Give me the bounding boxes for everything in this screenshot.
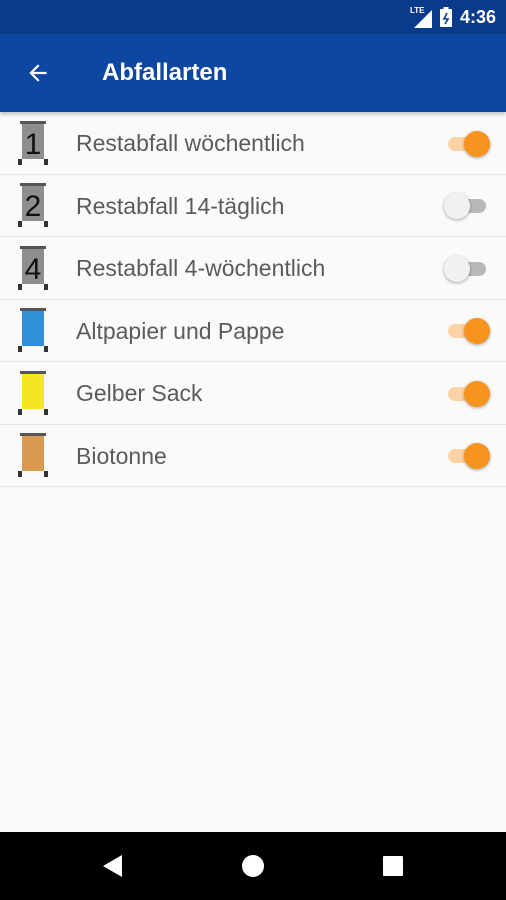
toggle-switch[interactable] <box>444 315 490 345</box>
list-item[interactable]: 1 Restabfall wöchentlich <box>0 112 506 175</box>
list-item-label: Gelber Sack <box>76 380 203 406</box>
list-item[interactable]: Altpapier und Pappe <box>0 300 506 362</box>
bin-number: 4 <box>25 253 42 286</box>
triangle-back-icon <box>103 855 122 877</box>
arrow-back-icon <box>29 64 47 82</box>
list-item[interactable]: Biotonne <box>0 425 506 487</box>
signal-icon: LTE <box>410 6 432 28</box>
bin-number: 2 <box>25 190 42 223</box>
toggle-switch[interactable] <box>444 378 490 408</box>
status-bar: LTE 4:36 <box>0 0 506 34</box>
list-item[interactable]: Gelber Sack <box>0 362 506 425</box>
waste-bin-icon: 2 <box>18 183 48 228</box>
clock: 4:36 <box>459 6 496 27</box>
app-bar: Abfallarten <box>0 34 506 112</box>
waste-bin-icon <box>18 308 48 353</box>
battery-icon <box>439 7 452 27</box>
toggle-switch[interactable] <box>444 440 490 470</box>
system-nav-bar <box>0 832 506 900</box>
back-button[interactable] <box>18 53 58 93</box>
waste-bin-icon <box>18 370 48 415</box>
list-item-label: Restabfall 4-wöchentlich <box>76 255 326 281</box>
waste-bin-icon: 4 <box>18 245 48 290</box>
nav-back-button[interactable] <box>83 832 143 900</box>
list-item[interactable]: 4 Restabfall 4-wöchentlich <box>0 237 506 300</box>
list-item-label: Restabfall 14-täglich <box>76 192 285 219</box>
toggle-switch[interactable] <box>444 253 490 283</box>
waste-bin-icon <box>18 433 48 478</box>
list-item-label: Biotonne <box>76 442 167 469</box>
nav-home-button[interactable] <box>223 832 283 900</box>
toggle-switch[interactable] <box>444 128 490 158</box>
square-recents-icon <box>383 856 403 876</box>
waste-bin-icon: 1 <box>18 120 48 165</box>
list-item-label: Altpapier und Pappe <box>76 317 285 344</box>
waste-type-list: 1 Restabfall wöchentlich 2 Restabfall 14… <box>0 112 506 487</box>
bin-number: 1 <box>25 128 42 161</box>
toggle-switch[interactable] <box>444 190 490 220</box>
list-item-label: Restabfall wöchentlich <box>76 130 305 156</box>
page-title: Abfallarten <box>102 59 228 86</box>
list-item[interactable]: 2 Restabfall 14-täglich <box>0 175 506 237</box>
circle-home-icon <box>242 855 264 877</box>
nav-recents-button[interactable] <box>363 832 423 900</box>
status-icons: LTE 4:36 <box>410 0 496 34</box>
